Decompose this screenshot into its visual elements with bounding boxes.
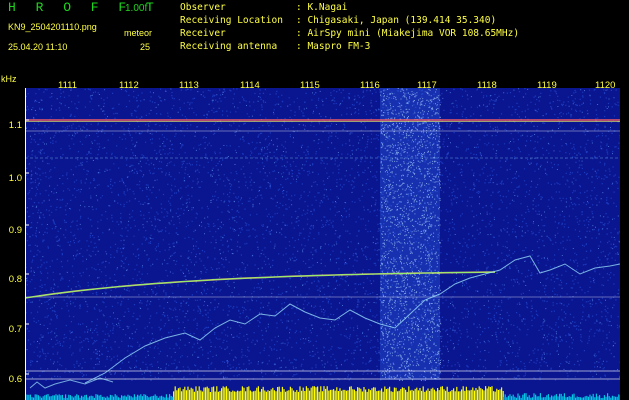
y-tick-label: 1.0	[8, 173, 22, 184]
x-tick-label: 1120	[595, 80, 616, 91]
x-tick-label: 1111	[58, 80, 78, 91]
y-tick-label: 0.9	[8, 225, 22, 236]
location-label: Receiving Location	[180, 15, 283, 26]
x-tick-label: 1114	[240, 80, 260, 91]
antenna-value: : Maspro FM-3	[296, 41, 371, 52]
meteor-count: 25	[140, 42, 151, 52]
x-tick-label: 1117	[417, 80, 437, 91]
y-unit-label: kHz	[1, 74, 17, 84]
observer-value: : K.Nagai	[296, 2, 348, 13]
right-border	[620, 88, 629, 400]
x-tick-label: 1118	[477, 80, 497, 91]
observer-label: Observer	[180, 2, 226, 13]
x-tick-label: 1119	[537, 80, 557, 91]
x-tick-label: 1113	[179, 80, 199, 91]
y-tick-label: 0.6	[8, 374, 22, 385]
spectrogram-plot	[25, 88, 620, 400]
y-tick-label: 1.1	[8, 120, 22, 131]
receiver-value: : AirSpy mini (Miakejima VOR 108.65MHz)	[296, 28, 520, 39]
antenna-label: Receiving antenna	[180, 41, 278, 52]
y-tick-label: 0.7	[8, 324, 22, 335]
noise-background	[25, 88, 620, 400]
receiver-label: Receiver	[180, 28, 226, 39]
location-value: : Chigasaki, Japan (139.414 35.340)	[296, 15, 497, 26]
meteor-label: meteor	[124, 28, 153, 38]
y-tick-label: 0.8	[8, 274, 22, 285]
header-panel: H R O F F T 1.00f KN9_2504201110.png met…	[0, 0, 629, 88]
version-label: 1.00f	[125, 3, 148, 14]
x-tick-label: 1116	[360, 80, 380, 91]
x-tick-label: 1112	[119, 80, 139, 91]
x-tick-label: 1115	[300, 80, 320, 91]
datetime-label: 25.04.20 11:10	[8, 42, 68, 52]
filename-label: KN9_2504201110.png	[8, 22, 97, 32]
spectrogram-canvas	[25, 88, 620, 400]
